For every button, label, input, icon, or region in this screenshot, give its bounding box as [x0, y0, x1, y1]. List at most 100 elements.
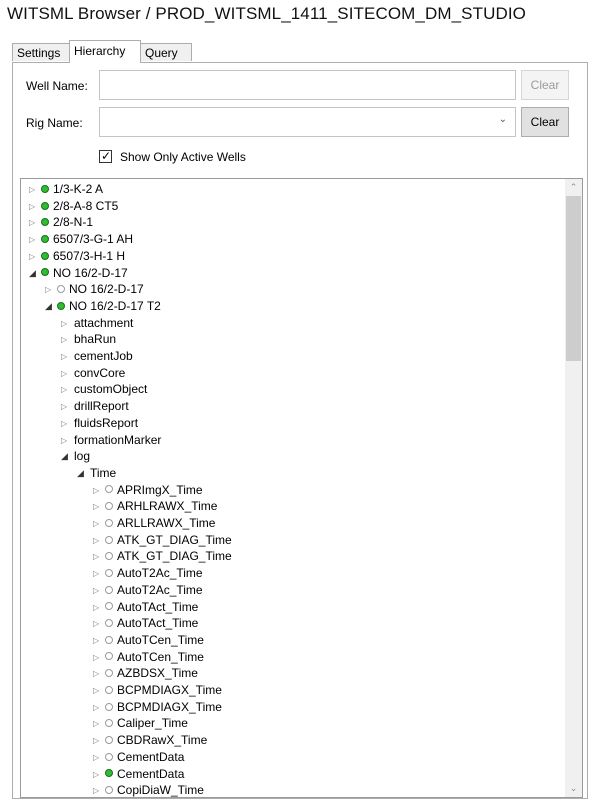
tree-node-label: 2/8-A-8 CT5 [53, 198, 119, 213]
collapsed-arrow-icon[interactable]: ▷ [93, 632, 103, 649]
tree-node[interactable]: ▷ CBDRawX_Time [93, 732, 207, 749]
active-status-icon [41, 184, 49, 193]
tree-node-label: ATK_GT_DIAG_Time [117, 532, 232, 547]
tree-node[interactable]: ▷ APRImgX_Time [93, 482, 203, 499]
tab-query[interactable]: Query [140, 43, 192, 61]
tree-node[interactable]: ◢ log [61, 448, 90, 465]
collapsed-arrow-icon[interactable]: ▷ [61, 365, 71, 382]
expanded-arrow-icon[interactable]: ◢ [45, 298, 55, 315]
collapsed-arrow-icon[interactable]: ▷ [93, 548, 103, 565]
collapsed-arrow-icon[interactable]: ▷ [93, 699, 103, 716]
tree-node[interactable]: ▷ AZBDSX_Time [93, 665, 198, 682]
collapsed-arrow-icon[interactable]: ▷ [93, 498, 103, 515]
tree-node[interactable]: ▷ AutoTAct_Time [93, 599, 198, 616]
tab-settings[interactable]: Settings [12, 43, 70, 61]
tree-node[interactable]: ▷ AutoT2Ac_Time [93, 582, 203, 599]
collapsed-arrow-icon[interactable]: ▷ [93, 766, 103, 783]
tree-node[interactable]: ▷ fluidsReport [61, 415, 138, 432]
tab-hierarchy[interactable]: Hierarchy [69, 40, 141, 63]
tree-node[interactable]: ◢ NO 16/2-D-17 [29, 265, 128, 282]
collapsed-arrow-icon[interactable]: ▷ [93, 649, 103, 666]
tree-node[interactable]: ▷ ARLLRAWX_Time [93, 515, 215, 532]
collapsed-arrow-icon[interactable]: ▷ [29, 231, 39, 248]
tree-node[interactable]: ▷ 1/3-K-2 A [29, 181, 103, 198]
well-name-input[interactable] [99, 70, 516, 100]
tree-node[interactable]: ▷ cementJob [61, 348, 133, 365]
tree-node-label: AutoTCen_Time [117, 649, 204, 664]
expanded-arrow-icon[interactable]: ◢ [77, 465, 87, 482]
well-clear-button[interactable]: Clear [521, 70, 569, 100]
collapsed-arrow-icon[interactable]: ▷ [61, 398, 71, 415]
rig-name-label: Rig Name: [26, 116, 83, 130]
collapsed-arrow-icon[interactable]: ▷ [29, 198, 39, 215]
tree-node[interactable]: ▷ customObject [61, 381, 147, 398]
collapsed-arrow-icon[interactable]: ▷ [61, 315, 71, 332]
collapsed-arrow-icon[interactable]: ▷ [29, 248, 39, 265]
well-name-label: Well Name: [26, 79, 88, 93]
tree-node[interactable]: ▷ BCPMDIAGX_Time [93, 699, 222, 716]
tree-node[interactable]: ▷ 2/8-A-8 CT5 [29, 198, 118, 215]
collapsed-arrow-icon[interactable]: ▷ [93, 515, 103, 532]
active-wells-checkbox[interactable]: ✓ [99, 149, 112, 163]
tree-node[interactable]: ▷ drillReport [61, 398, 129, 415]
collapsed-arrow-icon[interactable]: ▷ [61, 381, 71, 398]
collapsed-arrow-icon[interactable]: ▷ [61, 432, 71, 449]
collapsed-arrow-icon[interactable]: ▷ [29, 181, 39, 198]
well-hierarchy-tree[interactable]: ⌃ ⌄ ▷ 1/3-K-2 A ▷ 2/8-A-8 CT5 ▷ 2/8-N-1 ▷ 6507/… [20, 178, 583, 798]
tree-node[interactable]: ▷ CementData [93, 766, 184, 783]
scroll-down-icon[interactable]: ⌄ [565, 780, 582, 797]
collapsed-arrow-icon[interactable]: ▷ [93, 582, 103, 599]
tree-node[interactable]: ▷ 6507/3-H-1 H [29, 248, 125, 265]
collapsed-arrow-icon[interactable]: ▷ [93, 615, 103, 632]
collapsed-arrow-icon[interactable]: ▷ [93, 565, 103, 582]
tree-node[interactable]: ▷ 6507/3-G-1 AH [29, 231, 133, 248]
tree-node[interactable]: ▷ attachment [61, 315, 133, 332]
collapsed-arrow-icon[interactable]: ▷ [93, 682, 103, 699]
tree-node-label: NO 16/2-D-17 [53, 265, 128, 280]
tree-node[interactable]: ▷ convCore [61, 365, 125, 382]
rig-clear-button[interactable]: Clear [521, 107, 569, 137]
tree-node[interactable]: ▷ AutoTCen_Time [93, 649, 204, 666]
chevron-down-icon: ⌄ [498, 114, 507, 125]
tree-node[interactable]: ▷ ATK_GT_DIAG_Time [93, 548, 232, 565]
tree-node[interactable]: ▷ ATK_GT_DIAG_Time [93, 532, 232, 549]
rig-name-dropdown[interactable]: ⌄ [99, 107, 516, 137]
collapsed-arrow-icon[interactable]: ▷ [93, 599, 103, 616]
collapsed-arrow-icon[interactable]: ▷ [93, 665, 103, 682]
tree-node[interactable]: ◢ Time [77, 465, 116, 482]
tree-node[interactable]: ▷ CementData [93, 749, 184, 766]
scrollbar-thumb[interactable] [566, 196, 581, 361]
collapsed-arrow-icon[interactable]: ▷ [45, 281, 55, 298]
vertical-scrollbar[interactable]: ⌃ ⌄ [565, 179, 582, 797]
inactive-status-icon [105, 702, 113, 711]
tree-node[interactable]: ▷ bhaRun [61, 331, 116, 348]
collapsed-arrow-icon[interactable]: ▷ [61, 331, 71, 348]
collapsed-arrow-icon[interactable]: ▷ [61, 348, 71, 365]
tree-node[interactable]: ▷ NO 16/2-D-17 [45, 281, 144, 298]
collapsed-arrow-icon[interactable]: ▷ [93, 749, 103, 766]
tree-node[interactable]: ▷ Caliper_Time [93, 715, 188, 732]
collapsed-arrow-icon[interactable]: ▷ [93, 532, 103, 549]
tree-node-label: ARHLRAWX_Time [117, 499, 218, 514]
active-wells-label[interactable]: Show Only Active Wells [120, 150, 246, 164]
scroll-up-icon[interactable]: ⌃ [565, 179, 582, 196]
tree-node[interactable]: ▷ BCPMDIAGX_Time [93, 682, 222, 699]
collapsed-arrow-icon[interactable]: ▷ [93, 715, 103, 732]
collapsed-arrow-icon[interactable]: ▷ [93, 732, 103, 749]
collapsed-arrow-icon[interactable]: ▷ [29, 214, 39, 231]
tree-node[interactable]: ▷ AutoTAct_Time [93, 615, 198, 632]
tree-node-label: Caliper_Time [117, 716, 188, 731]
collapsed-arrow-icon[interactable]: ▷ [61, 415, 71, 432]
tree-node[interactable]: ▷ 2/8-N-1 [29, 214, 93, 231]
tree-node[interactable]: ◢ NO 16/2-D-17 T2 [45, 298, 161, 315]
tree-node[interactable]: ▷ AutoT2Ac_Time [93, 565, 203, 582]
tree-node-label: CBDRawX_Time [117, 733, 208, 748]
tree-node[interactable]: ▷ formationMarker [61, 432, 161, 449]
expanded-arrow-icon[interactable]: ◢ [29, 265, 39, 282]
tree-node[interactable]: ▷ AutoTCen_Time [93, 632, 204, 649]
collapsed-arrow-icon[interactable]: ▷ [93, 782, 103, 797]
collapsed-arrow-icon[interactable]: ▷ [93, 482, 103, 499]
expanded-arrow-icon[interactable]: ◢ [61, 448, 71, 465]
tree-node[interactable]: ▷ ARHLRAWX_Time [93, 498, 217, 515]
tree-node[interactable]: ▷ CopiDiaW_Time [93, 782, 204, 797]
